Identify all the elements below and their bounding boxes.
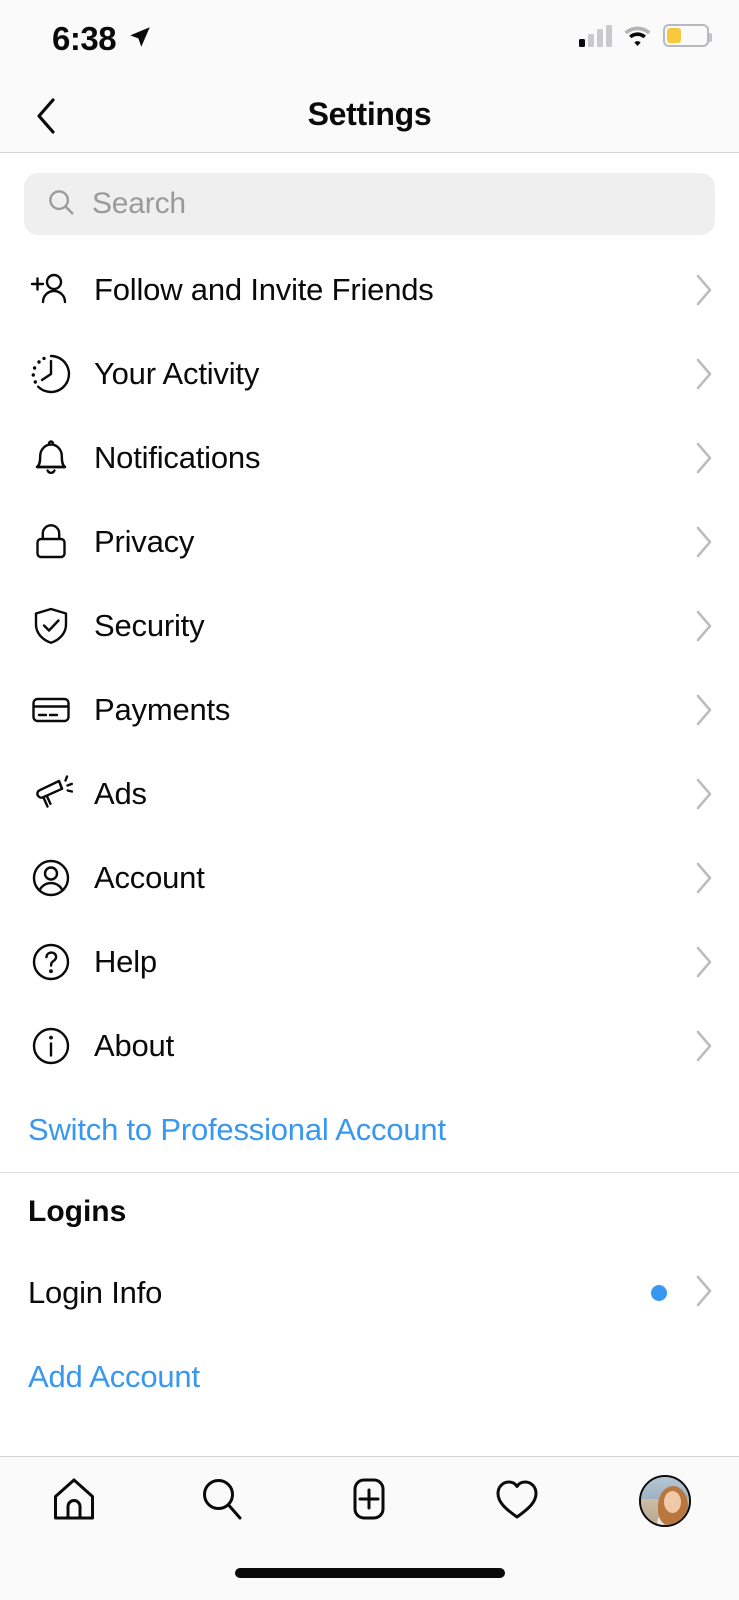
- logins-section-title: Logins: [28, 1195, 127, 1228]
- person-add-icon: [28, 267, 74, 313]
- sidebar-item-label: Notifications: [94, 440, 261, 475]
- home-indicator-bar: [234, 1568, 505, 1578]
- add-account-label: Add Account: [28, 1359, 200, 1394]
- sidebar-item-your-activity[interactable]: Your Activity: [0, 332, 739, 416]
- chevron-right-icon: [693, 776, 715, 812]
- chevron-right-icon: [693, 1273, 715, 1314]
- sidebar-item-label: Account: [94, 860, 205, 895]
- plus-square-icon: [343, 1473, 395, 1530]
- clock-activity-icon: [28, 351, 74, 397]
- tab-profile[interactable]: [591, 1457, 739, 1545]
- avatar: [639, 1475, 692, 1527]
- login-info-trailing: [651, 1273, 715, 1314]
- switch-to-professional-account-button[interactable]: Switch to Professional Account: [0, 1088, 739, 1172]
- sidebar-item-label: Help: [94, 944, 157, 979]
- credit-card-icon: [28, 687, 74, 733]
- tab-search[interactable]: [148, 1457, 296, 1545]
- sidebar-item-notifications[interactable]: Notifications: [0, 416, 739, 500]
- chevron-right-icon: [693, 944, 715, 980]
- shield-check-icon: [28, 603, 74, 649]
- chevron-right-icon: [693, 356, 715, 392]
- battery-icon: [663, 24, 712, 47]
- switch-professional-label: Switch to Professional Account: [28, 1112, 446, 1147]
- settings-screen: 6:38 Settings Search Follow and Invite F…: [0, 0, 739, 1600]
- search-field[interactable]: Search: [24, 173, 715, 235]
- sidebar-item-label: Ads: [94, 776, 147, 811]
- sidebar-item-payments[interactable]: Payments: [0, 668, 739, 752]
- chevron-right-icon: [693, 1028, 715, 1064]
- sidebar-item-label: Security: [94, 608, 205, 643]
- question-circle-icon: [28, 939, 74, 985]
- navigation-bar: Settings: [0, 78, 739, 153]
- chevron-right-icon: [693, 524, 715, 560]
- sidebar-item-label: Payments: [94, 692, 231, 727]
- search-bar[interactable]: Search: [24, 173, 715, 235]
- chevron-right-icon: [693, 608, 715, 644]
- sidebar-item-about[interactable]: About: [0, 1004, 739, 1088]
- megaphone-icon: [28, 771, 74, 817]
- tab-create[interactable]: [296, 1457, 444, 1545]
- search-input[interactable]: Search: [92, 187, 186, 221]
- chevron-right-icon: [693, 692, 715, 728]
- home-icon: [48, 1473, 100, 1530]
- sidebar-item-login-info[interactable]: Login Info: [0, 1251, 739, 1335]
- info-circle-icon: [28, 1023, 74, 1069]
- logins-section-header: Logins: [0, 1173, 739, 1251]
- page-title: Settings: [307, 96, 432, 132]
- wifi-icon: [623, 25, 652, 47]
- sidebar-item-follow-invite-friends[interactable]: Follow and Invite Friends: [0, 248, 739, 332]
- location-arrow-icon: [127, 24, 153, 50]
- add-account-button[interactable]: Add Account: [0, 1335, 739, 1419]
- bell-icon: [28, 435, 74, 481]
- tab-bar: [0, 1456, 739, 1600]
- heart-icon: [491, 1473, 543, 1530]
- sidebar-item-label: Privacy: [94, 524, 195, 559]
- sidebar-item-ads[interactable]: Ads: [0, 752, 739, 836]
- chevron-right-icon: [693, 272, 715, 308]
- tab-home[interactable]: [0, 1457, 148, 1545]
- search-icon: [196, 1473, 248, 1530]
- login-info-label: Login Info: [28, 1275, 163, 1310]
- person-circle-icon: [28, 855, 74, 901]
- chevron-right-icon: [693, 860, 715, 896]
- sidebar-item-account[interactable]: Account: [0, 836, 739, 920]
- sidebar-item-label: Your Activity: [94, 356, 260, 391]
- status-bar-indicators: [579, 24, 712, 47]
- sidebar-item-label: Follow and Invite Friends: [94, 272, 434, 307]
- sidebar-item-label: About: [94, 1028, 175, 1063]
- lock-icon: [28, 519, 74, 565]
- blue-dot-badge: [651, 1285, 667, 1301]
- tab-activity[interactable]: [443, 1457, 591, 1545]
- status-bar: 6:38: [0, 0, 739, 78]
- sidebar-item-security[interactable]: Security: [0, 584, 739, 668]
- chevron-right-icon: [693, 440, 715, 476]
- sidebar-item-privacy[interactable]: Privacy: [0, 500, 739, 584]
- sidebar-item-help[interactable]: Help: [0, 920, 739, 1004]
- settings-list: Follow and Invite Friends Your Activity: [0, 248, 739, 1419]
- search-icon: [46, 187, 76, 222]
- cellular-signal-icon: [579, 24, 612, 47]
- status-bar-time: 6:38: [52, 20, 117, 57]
